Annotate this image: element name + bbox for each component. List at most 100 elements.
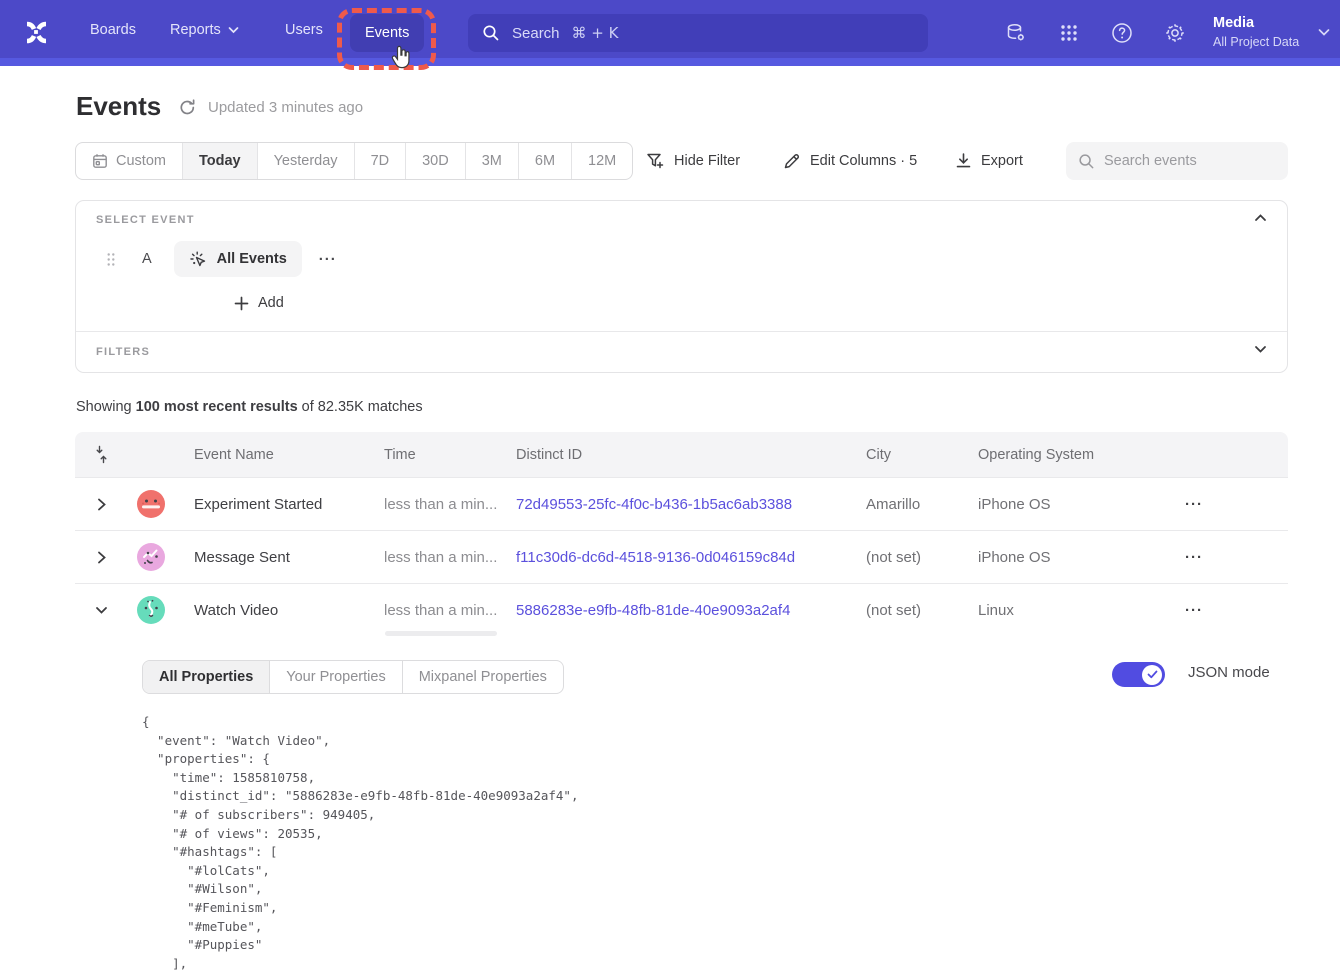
chevron-down-icon[interactable] <box>95 606 108 615</box>
event-clause-row: A All Events ··· <box>106 241 337 277</box>
json-mode-label: JSON mode <box>1188 664 1270 681</box>
cell-city: Amarillo <box>858 496 970 513</box>
settings-icon[interactable] <box>1163 21 1187 45</box>
pencil-icon <box>783 152 801 170</box>
event-avatar <box>137 490 165 518</box>
refresh-icon[interactable] <box>178 98 197 117</box>
chevron-down-icon <box>228 26 239 34</box>
clause-letter: A <box>142 251 152 267</box>
download-icon <box>955 152 972 170</box>
table-row-expanded[interactable]: Watch Video less than a min... 5886283e-… <box>75 583 1288 636</box>
global-search[interactable]: Search ⌘ + K <box>468 14 928 52</box>
cell-os: Linux <box>970 602 1152 619</box>
help-icon[interactable] <box>1110 21 1134 45</box>
row-menu-button[interactable]: ··· <box>1152 549 1288 566</box>
chevron-right-icon[interactable] <box>97 551 106 564</box>
cell-time: less than a min... <box>376 549 508 566</box>
cell-time: less than a min... <box>376 496 508 513</box>
query-builder-card: SELECT EVENT A All Events ··· Add <box>75 200 1288 373</box>
collapse-section-icon[interactable] <box>1254 213 1267 222</box>
project-selector[interactable]: Media All Project Data <box>1213 13 1299 51</box>
filters-section-header[interactable]: FILTERS <box>76 332 1287 374</box>
events-page: Boards Reports Users Events Search ⌘ + K <box>0 0 1340 974</box>
project-subtitle: All Project Data <box>1213 33 1299 51</box>
add-event-button[interactable]: Add <box>234 295 284 311</box>
event-click-icon <box>189 250 208 269</box>
search-icon <box>482 24 500 42</box>
drag-handle-icon[interactable] <box>106 252 116 267</box>
row-menu-button[interactable]: ··· <box>1152 496 1288 513</box>
date-range-control: Custom Today Yesterday 7D 30D 3M 6M 12M <box>75 142 633 180</box>
calendar-icon <box>92 153 108 169</box>
cell-distinct-id[interactable]: 72d49553-25fc-4f0c-b436-1b5ac6ab3388 <box>508 496 858 513</box>
col-header-city[interactable]: City <box>858 447 970 463</box>
chevron-right-icon[interactable] <box>97 498 106 511</box>
date-option-today[interactable]: Today <box>183 143 258 179</box>
search-icon <box>1078 153 1095 170</box>
row-menu-button[interactable]: ··· <box>1152 602 1288 619</box>
event-row-menu-button[interactable]: ··· <box>319 251 337 268</box>
cell-time: less than a min... <box>376 602 508 619</box>
mixpanel-logo-icon[interactable] <box>18 14 54 50</box>
col-header-distinct-id[interactable]: Distinct ID <box>508 447 858 463</box>
nav-item-events[interactable]: Events <box>350 14 424 52</box>
cell-os: iPhone OS <box>970 496 1152 513</box>
select-event-label: SELECT EVENT <box>96 214 195 226</box>
cell-event-name: Experiment Started <box>186 496 376 513</box>
table-row[interactable]: Message Sent less than a min... f11c30d6… <box>75 530 1288 583</box>
tab-mixpanel-properties[interactable]: Mixpanel Properties <box>403 661 563 693</box>
date-option-yesterday[interactable]: Yesterday <box>258 143 355 179</box>
top-nav: Boards Reports Users Events Search ⌘ + K <box>0 0 1340 66</box>
expand-collapse-all-icon[interactable] <box>95 445 108 464</box>
search-label: Search <box>512 25 560 42</box>
event-json-viewer[interactable]: { "event": "Watch Video", "properties": … <box>142 713 579 973</box>
export-button[interactable]: Export <box>955 142 1023 180</box>
check-icon <box>1147 670 1158 679</box>
page-title: Events <box>76 91 161 122</box>
data-definitions-icon[interactable] <box>1004 21 1028 45</box>
json-mode-toggle[interactable] <box>1112 662 1165 687</box>
project-name: Media <box>1213 13 1299 33</box>
cell-city: (not set) <box>858 549 970 566</box>
plus-icon <box>234 296 249 311</box>
hide-filter-button[interactable]: Hide Filter <box>646 142 740 180</box>
filters-label: FILTERS <box>96 346 150 358</box>
date-option-custom[interactable]: Custom <box>76 143 183 179</box>
edit-columns-button[interactable]: Edit Columns · 5 <box>783 142 917 180</box>
event-avatar <box>137 543 165 571</box>
event-selector-button[interactable]: All Events <box>174 241 302 277</box>
cell-event-name: Message Sent <box>186 549 376 566</box>
nav-item-reports[interactable]: Reports <box>170 22 239 38</box>
event-detail-panel: All Properties Your Properties Mixpanel … <box>75 636 1288 974</box>
expand-section-icon[interactable] <box>1254 345 1267 354</box>
date-option-3m[interactable]: 3M <box>466 143 519 179</box>
search-shortcut: ⌘ + K <box>572 24 619 42</box>
tab-your-properties[interactable]: Your Properties <box>270 661 402 693</box>
date-option-7d[interactable]: 7D <box>355 143 407 179</box>
event-avatar <box>137 596 165 624</box>
cell-distinct-id[interactable]: 5886283e-e9fb-48fb-81de-40e9093a2af4 <box>508 602 858 619</box>
search-events-input[interactable] <box>1104 153 1264 169</box>
date-option-30d[interactable]: 30D <box>406 143 466 179</box>
search-events-field[interactable] <box>1066 142 1288 180</box>
chevron-down-icon <box>1318 28 1330 37</box>
cell-os: iPhone OS <box>970 549 1152 566</box>
results-count: 100 most recent results <box>136 399 298 415</box>
updated-timestamp: Updated 3 minutes ago <box>208 99 363 116</box>
toggle-knob <box>1142 665 1162 685</box>
col-header-os[interactable]: Operating System <box>970 447 1152 463</box>
selected-event-name: All Events <box>217 251 287 267</box>
results-summary: Showing 100 most recent results of 82.35… <box>76 399 423 415</box>
nav-item-boards[interactable]: Boards <box>90 22 136 38</box>
cell-distinct-id[interactable]: f11c30d6-dc6d-4518-9136-0d046159c84d <box>508 549 858 566</box>
date-option-6m[interactable]: 6M <box>519 143 572 179</box>
cell-event-name: Watch Video <box>186 602 376 619</box>
col-header-event-name[interactable]: Event Name <box>186 447 376 463</box>
apps-grid-icon[interactable] <box>1057 21 1081 45</box>
events-table: Event Name Time Distinct ID City Operati… <box>75 432 1288 974</box>
table-row[interactable]: Experiment Started less than a min... 72… <box>75 477 1288 530</box>
col-header-time[interactable]: Time <box>376 447 508 463</box>
tab-all-properties[interactable]: All Properties <box>143 661 270 693</box>
nav-item-users[interactable]: Users <box>285 22 323 38</box>
date-option-12m[interactable]: 12M <box>572 143 632 179</box>
